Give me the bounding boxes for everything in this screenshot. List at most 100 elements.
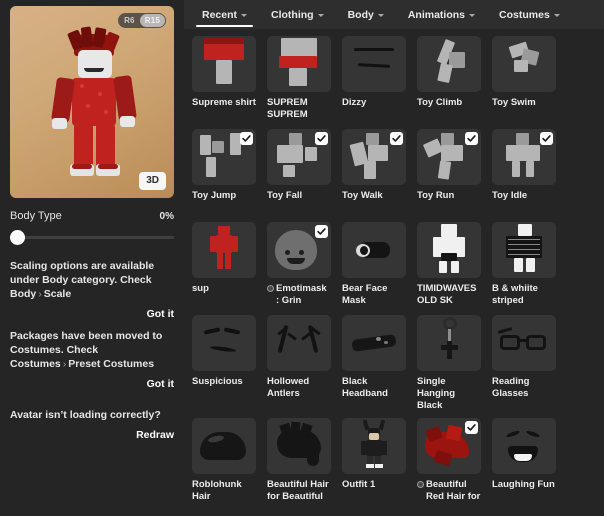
grid-item[interactable]: Toy Run — [417, 129, 481, 222]
notice-packages-got-it-button[interactable]: Got it — [10, 378, 174, 390]
item-label-row: Single Hanging Black — [417, 376, 481, 412]
item-type-badge-icon — [417, 481, 424, 488]
avatar-preview[interactable]: R6 R15 3D — [10, 6, 174, 198]
item-thumbnail[interactable] — [492, 222, 556, 278]
rig-type-toggle[interactable]: R6 R15 — [118, 13, 166, 28]
item-label: Black Headband — [342, 376, 388, 399]
item-label-row: Suspicious — [192, 376, 256, 402]
item-thumbnail[interactable] — [342, 418, 406, 474]
notice-packages-text: Packages have been moved to Costumes. Ch… — [10, 330, 163, 356]
grid-item[interactable]: Hollowed Antlers — [267, 315, 331, 418]
slider-knob[interactable] — [10, 230, 25, 245]
item-thumbnail[interactable] — [492, 36, 556, 92]
grid-item[interactable]: Single Hanging Black — [417, 315, 481, 418]
notice-scaling-got-it-button[interactable]: Got it — [10, 308, 174, 320]
grid-item[interactable]: Toy Idle — [492, 129, 556, 222]
item-label: Toy Jump — [192, 190, 237, 201]
item-label-row: TIMIDWAVES OLD SK — [417, 283, 481, 309]
item-thumbnail[interactable] — [417, 36, 481, 92]
item-thumbnail[interactable] — [417, 418, 481, 474]
notice-packages-crumb2: Preset Costumes — [68, 358, 155, 370]
tab-animations[interactable]: Animations — [396, 0, 487, 29]
item-thumbnail[interactable] — [342, 315, 406, 371]
item-thumbnail[interactable] — [417, 129, 481, 185]
tab-recent[interactable]: Recent — [190, 0, 259, 29]
item-label: Toy Run — [417, 190, 455, 201]
grid-item[interactable]: Laughing Fun — [492, 418, 556, 511]
grid-item[interactable]: Toy Fall — [267, 129, 331, 222]
avatar-editor: R6 R15 3D Body Type 0% Scaling options a… — [0, 0, 604, 516]
grid-item[interactable]: SUPREM SUPREM — [267, 36, 331, 129]
item-label: SUPREM SUPREM — [267, 97, 308, 120]
grid-item[interactable]: sup — [192, 222, 256, 315]
item-label: TIMIDWAVES OLD SK — [417, 283, 477, 306]
item-thumbnail[interactable] — [417, 315, 481, 371]
item-thumbnail[interactable] — [417, 222, 481, 278]
item-thumbnail[interactable] — [267, 418, 331, 474]
item-label-row: Black Headband — [342, 376, 406, 402]
body-type-value: 0% — [159, 211, 174, 222]
item-thumbnail[interactable] — [192, 129, 256, 185]
item-thumbnail[interactable] — [492, 418, 556, 474]
notice-scaling-crumb2: Scale — [43, 288, 72, 300]
item-thumbnail[interactable] — [492, 315, 556, 371]
tab-costumes[interactable]: Costumes — [487, 0, 572, 29]
item-label-row: Hollowed Antlers — [267, 376, 331, 402]
item-thumbnail[interactable] — [267, 222, 331, 278]
item-label-row: Supreme shirt — [192, 97, 256, 123]
grid-item[interactable]: Toy Climb — [417, 36, 481, 129]
grid-item[interactable]: Toy Walk — [342, 129, 406, 222]
rig-option-r15[interactable]: R15 — [139, 14, 165, 27]
item-thumbnail[interactable] — [267, 315, 331, 371]
item-label: Toy Climb — [417, 97, 463, 108]
item-label: Emotimask : Grin — [276, 283, 327, 306]
grid-item[interactable]: Black Headband — [342, 315, 406, 418]
rig-option-r6[interactable]: R6 — [119, 14, 140, 27]
grid-item[interactable]: Suspicious — [192, 315, 256, 418]
item-grid: Supreme shirt SUPREM SUPREM Dizzy Toy Cl… — [184, 29, 604, 511]
item-label-row: Reading Glasses — [492, 376, 556, 402]
item-label-row: B & whiite striped — [492, 283, 556, 309]
grid-item[interactable]: Outfit 1 — [342, 418, 406, 511]
body-type-slider[interactable] — [10, 229, 174, 245]
item-thumbnail[interactable] — [342, 222, 406, 278]
item-thumbnail[interactable] — [192, 418, 256, 474]
item-thumbnail[interactable] — [492, 129, 556, 185]
item-label-row: Beautiful Hair for Beautiful — [267, 479, 331, 505]
checkmark-icon — [315, 225, 328, 238]
item-label-row: Toy Idle — [492, 190, 556, 216]
catalog-panel: Recent Clothing Body Animations Costumes — [184, 0, 604, 516]
grid-item[interactable]: Dizzy — [342, 36, 406, 129]
item-thumbnail[interactable] — [192, 36, 256, 92]
item-thumbnail[interactable] — [267, 129, 331, 185]
grid-item[interactable]: Toy Swim — [492, 36, 556, 129]
checkmark-icon — [240, 132, 253, 145]
grid-item[interactable]: TIMIDWAVES OLD SK — [417, 222, 481, 315]
notice-scaling-crumb1: Body — [10, 288, 37, 300]
item-thumbnail[interactable] — [342, 36, 406, 92]
chevron-down-icon — [241, 14, 248, 17]
grid-item[interactable]: Roblohunk Hair — [192, 418, 256, 511]
item-thumbnail[interactable] — [192, 222, 256, 278]
item-label: Bear Face Mask — [342, 283, 388, 306]
grid-item[interactable]: Beautiful Red Hair for — [417, 418, 481, 511]
grid-item[interactable]: Emotimask : Grin — [267, 222, 331, 315]
avatar-figure — [10, 6, 174, 198]
grid-item[interactable]: Toy Jump — [192, 129, 256, 222]
chevron-down-icon — [377, 14, 384, 17]
tab-clothing[interactable]: Clothing — [259, 0, 336, 29]
redraw-button[interactable]: Redraw — [10, 429, 174, 441]
grid-item[interactable]: Beautiful Hair for Beautiful — [267, 418, 331, 511]
grid-item[interactable]: B & whiite striped — [492, 222, 556, 315]
grid-item[interactable]: Bear Face Mask — [342, 222, 406, 315]
grid-item[interactable]: Reading Glasses — [492, 315, 556, 418]
item-thumbnail[interactable] — [267, 36, 331, 92]
slider-track[interactable] — [15, 236, 174, 239]
view-3d-button[interactable]: 3D — [139, 172, 166, 190]
grid-item[interactable]: Supreme shirt — [192, 36, 256, 129]
item-thumbnail[interactable] — [192, 315, 256, 371]
item-label-row: Laughing Fun — [492, 479, 556, 505]
item-thumbnail[interactable] — [342, 129, 406, 185]
tab-body[interactable]: Body — [336, 0, 396, 29]
item-label-row: Toy Swim — [492, 97, 556, 123]
